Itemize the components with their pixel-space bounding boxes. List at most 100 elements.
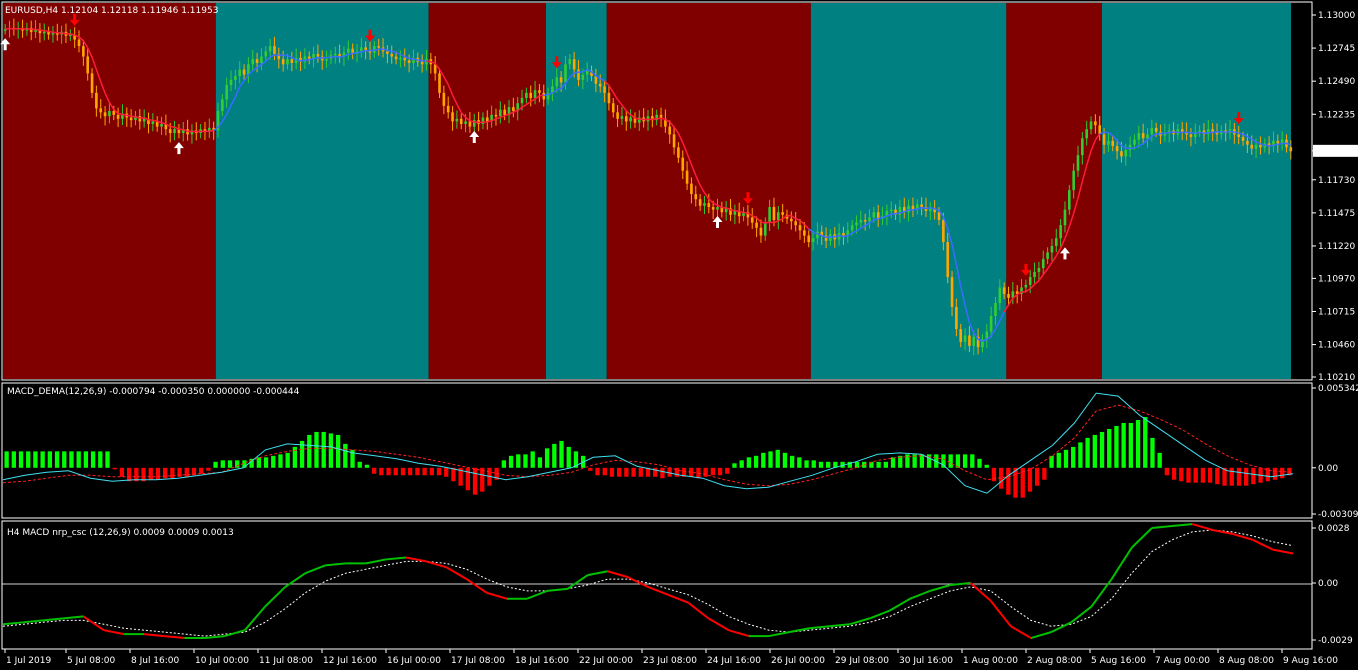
ma-segment	[739, 210, 744, 214]
candle-body	[733, 210, 737, 215]
ma-segment	[1156, 132, 1161, 135]
candle-body	[438, 73, 441, 93]
ma-segment	[330, 55, 336, 59]
candle-body	[1072, 170, 1075, 191]
histogram-bar	[69, 451, 74, 468]
trading-chart[interactable]: EURUSD,H4 1.12104 1.12118 1.11946 1.1195…	[0, 0, 1358, 670]
candle-body	[1198, 130, 1201, 132]
candle-body	[768, 207, 771, 223]
candle-body	[1007, 293, 1010, 298]
candle-body	[1024, 284, 1028, 288]
time-tick-label: 16 Jul 00:00	[387, 656, 441, 666]
ma-segment	[361, 49, 366, 53]
histogram-bar	[1071, 446, 1076, 468]
histogram-bar	[4, 451, 9, 468]
price-tick-label: 1.11220	[1318, 242, 1355, 252]
histogram-bar	[595, 467, 600, 476]
ma-segment	[547, 92, 553, 96]
candle-body	[1259, 144, 1262, 148]
trend-zone	[810, 3, 1007, 379]
histogram-bar	[977, 458, 982, 468]
candle-body	[77, 39, 81, 47]
histogram-bar	[371, 467, 377, 474]
candle-body	[1033, 271, 1036, 278]
ma-segment	[387, 49, 392, 53]
candle-body	[607, 92, 611, 104]
ma-segment	[1199, 131, 1205, 135]
candle-body	[690, 183, 693, 195]
histogram-bar	[617, 467, 622, 477]
candle-body	[559, 77, 563, 83]
candle-body	[794, 221, 797, 226]
candle-body	[681, 157, 685, 171]
histogram-bar	[775, 449, 780, 468]
ma-segment	[39, 29, 45, 32]
candle-body	[994, 303, 997, 317]
candle-body	[759, 227, 763, 236]
candle-body	[677, 147, 680, 158]
histogram-bar	[1092, 434, 1097, 468]
candle-body	[1068, 190, 1071, 210]
histogram-bar	[508, 455, 514, 468]
histogram-bar	[703, 467, 708, 477]
time-tick-label: 17 Jul 08:00	[451, 656, 505, 666]
nrp-tick-label: 0.0028	[1318, 524, 1350, 534]
macd-tick-label: -0.003094	[1318, 510, 1358, 520]
candle-body	[707, 203, 711, 208]
ma-segment	[921, 206, 927, 210]
ma-segment	[417, 59, 423, 62]
candle-body	[455, 118, 459, 122]
histogram-bar	[1042, 467, 1047, 480]
histogram-bar	[768, 451, 773, 468]
ma-segment	[843, 234, 848, 238]
trend-zone	[1006, 3, 1102, 379]
histogram-bar	[552, 443, 557, 468]
histogram-bar	[1229, 467, 1234, 486]
candle-body	[803, 230, 806, 236]
candle-body	[1128, 144, 1132, 150]
histogram-bar	[559, 440, 564, 468]
histogram-bar	[732, 463, 737, 468]
candle-body	[520, 98, 524, 104]
histogram-bar	[1085, 437, 1090, 468]
ma-segment	[1229, 130, 1235, 133]
ma-segment	[70, 33, 75, 36]
candle-body	[1120, 151, 1123, 157]
ma-segment	[634, 117, 640, 120]
time-tick-label: 18 Jul 16:00	[515, 656, 569, 666]
candle-body	[168, 129, 172, 134]
candle-body	[503, 109, 506, 115]
candle-body	[889, 209, 893, 212]
candle-body	[1189, 134, 1193, 137]
candle-body	[937, 212, 941, 221]
time-tick-label: 22 Jul 00:00	[579, 656, 633, 666]
histogram-bar	[624, 467, 629, 477]
histogram-bar	[213, 461, 218, 468]
time-tick-label: 24 Jul 16:00	[707, 656, 761, 666]
histogram-bar	[566, 446, 571, 468]
candle-body	[777, 212, 780, 221]
ma-segment	[912, 208, 918, 211]
candle-body	[1289, 147, 1293, 152]
candle-body	[51, 33, 55, 35]
price-tick-label: 1.12235	[1318, 110, 1355, 120]
histogram-bar	[710, 467, 716, 476]
ma-segment	[304, 58, 310, 62]
candle-body	[221, 99, 224, 112]
candle-body	[90, 73, 94, 93]
ma-segment	[730, 209, 735, 212]
candle-body	[99, 108, 103, 113]
histogram-bar	[307, 434, 312, 468]
ma-segment	[413, 58, 418, 61]
price-tick-label: 1.11953	[1318, 147, 1355, 157]
price-pane[interactable]: EURUSD,H4 1.12104 1.12118 1.11946 1.1195…	[0, 3, 1293, 379]
histogram-bar	[415, 467, 420, 476]
histogram-bar	[516, 454, 521, 468]
histogram-bar	[184, 467, 189, 477]
histogram-bar	[357, 461, 362, 468]
histogram-bar	[1027, 467, 1033, 492]
histogram-bar	[98, 451, 103, 468]
trend-zone	[428, 3, 546, 379]
candle-body	[394, 56, 398, 60]
candle-body	[668, 126, 672, 135]
